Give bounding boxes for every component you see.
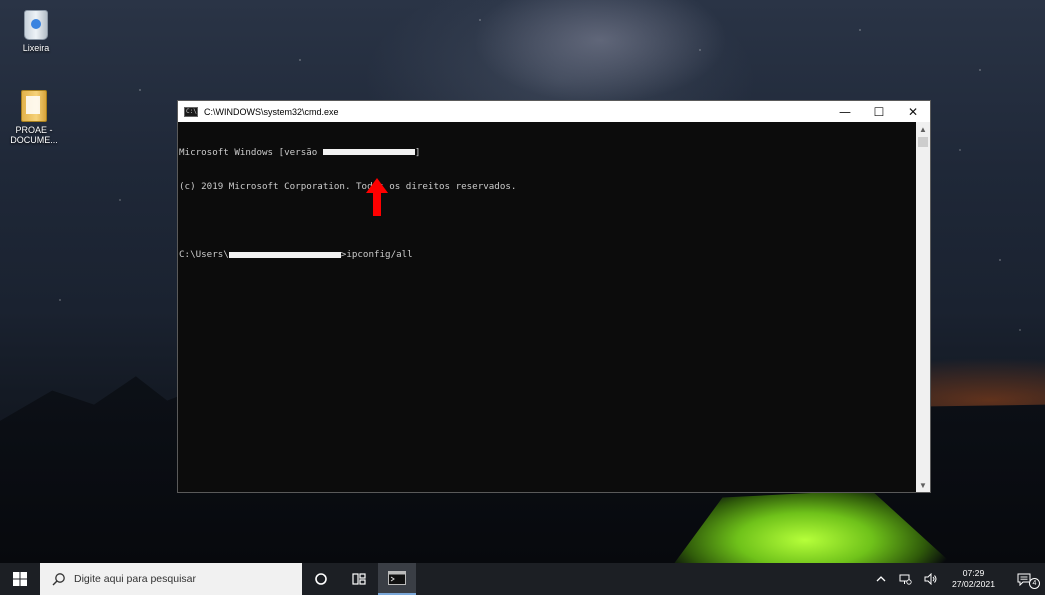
vertical-scrollbar[interactable]: ▲ ▼	[916, 122, 930, 492]
action-center-button[interactable]: 4	[1003, 563, 1045, 595]
search-placeholder: Digite aqui para pesquisar	[74, 573, 196, 585]
taskbar-app-cmd[interactable]	[378, 563, 416, 595]
redacted-version	[322, 149, 415, 156]
window-title: C:\WINDOWS\system32\cmd.exe	[204, 106, 339, 117]
console-output[interactable]: Microsoft Windows [versão ] (c) 2019 Mic…	[178, 122, 916, 492]
clock-date: 27/02/2021	[951, 579, 995, 589]
recycle-bin-icon	[24, 10, 48, 40]
scroll-up-icon[interactable]: ▲	[916, 122, 930, 136]
volume-tray-button[interactable]	[918, 563, 944, 595]
taskbar-clock[interactable]: 07:29 27/02/2021	[944, 563, 1003, 595]
scroll-thumb[interactable]	[918, 137, 928, 147]
desktop-icon-recycle-bin[interactable]: Lixeira	[6, 10, 66, 53]
task-view-icon	[352, 573, 366, 585]
maximize-button[interactable]: ☐	[862, 101, 896, 122]
console-line-copyright: (c) 2019 Microsoft Corporation. Todos os…	[179, 181, 517, 193]
redacted-username	[228, 251, 341, 258]
clock-time: 07:29	[962, 568, 985, 578]
network-tray-button[interactable]	[892, 563, 918, 595]
close-button[interactable]: ✕	[896, 101, 930, 122]
desktop-icon-label: Lixeira	[22, 43, 50, 53]
arrow-up-icon	[366, 178, 388, 216]
cmd-window[interactable]: C:\ C:\WINDOWS\system32\cmd.exe — ☐ ✕ Mi…	[177, 100, 931, 493]
cmd-icon[interactable]: C:\	[184, 106, 198, 117]
desktop-icon-label: PROAE - DOCUME...	[10, 125, 58, 145]
console-line-prompt: C:\Users\ >ipconfig/all	[179, 249, 413, 261]
console-line-version: Microsoft Windows [versão ]	[179, 146, 421, 158]
speaker-icon	[924, 573, 937, 585]
cortana-button[interactable]	[302, 563, 340, 595]
show-hidden-icons[interactable]	[870, 563, 892, 595]
task-view-button[interactable]	[340, 563, 378, 595]
notification-count-badge: 4	[1029, 578, 1040, 589]
cortana-circle-icon	[315, 573, 327, 585]
minimize-button[interactable]: —	[828, 101, 862, 122]
taskbar: Digite aqui para pesquisar 07:29 27/02/2…	[0, 563, 1045, 595]
cmd-icon	[388, 571, 406, 585]
search-icon	[52, 573, 65, 586]
network-icon	[899, 574, 912, 585]
window-titlebar[interactable]: C:\ C:\WINDOWS\system32\cmd.exe — ☐ ✕	[178, 101, 930, 122]
system-tray: 07:29 27/02/2021 4	[870, 563, 1045, 595]
folder-icon	[21, 90, 47, 122]
scroll-down-icon[interactable]: ▼	[916, 478, 930, 492]
window-controls: — ☐ ✕	[828, 101, 930, 122]
desktop-icon-folder[interactable]: PROAE - DOCUME...	[4, 90, 64, 145]
chevron-up-icon	[876, 576, 886, 582]
windows-logo-icon	[13, 572, 27, 586]
red-arrow-annotation	[366, 178, 388, 216]
taskbar-search[interactable]: Digite aqui para pesquisar	[40, 563, 302, 595]
start-button[interactable]	[0, 563, 40, 595]
